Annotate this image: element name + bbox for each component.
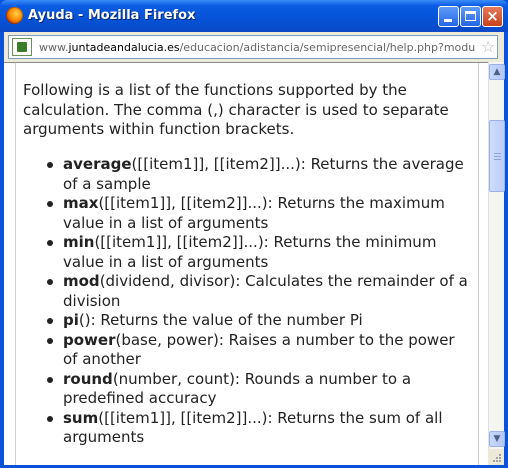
url-path: /educacion/adistancia/semipresencial/hel… (179, 41, 475, 54)
thumb-grip-line (494, 153, 501, 154)
intro-paragraph: Following is a list of the functions sup… (23, 81, 449, 138)
resize-grip[interactable] (488, 449, 504, 465)
grip-dot (499, 454, 501, 456)
vertical-scrollbar[interactable]: ▲ ▼ (488, 62, 505, 465)
url-text[interactable]: www.juntadeandalucia.es/educacion/adista… (39, 41, 475, 54)
thumb-grip-line (494, 159, 501, 160)
site-identity-icon[interactable] (12, 38, 32, 56)
function-list-item: average([[item1]], [[item2]]...): Return… (47, 155, 473, 194)
site-identity-dot (17, 42, 27, 52)
function-list-item: max([[item1]], [[item2]]...): Returns th… (47, 194, 473, 233)
bullet-icon (47, 318, 53, 324)
title-bar[interactable]: Ayuda - Mozilla Firefox × (0, 0, 508, 32)
url-host: juntadeandalucia.es (68, 41, 180, 54)
close-icon: × (486, 7, 499, 25)
scroll-up-arrow[interactable]: ▲ (489, 64, 505, 80)
thumb-grip-line (494, 156, 501, 157)
maximize-button[interactable] (460, 6, 481, 27)
scroll-down-arrow[interactable]: ▼ (489, 431, 505, 447)
bullet-icon (47, 279, 53, 285)
function-name: average (63, 155, 132, 173)
function-description: (dividend, divisor): Calculates the rema… (63, 272, 468, 310)
url-prefix: www. (39, 41, 69, 54)
function-list-item: sum([[item1]], [[item2]]...): Returns th… (47, 408, 473, 448)
grip-dot (499, 457, 501, 459)
bullet-icon (47, 337, 53, 344)
function-description: ([[item1]], [[item2]]...): Returns the m… (63, 233, 437, 271)
grip-dot (496, 460, 498, 462)
function-description: ([[item1]], [[item2]]...): Returns the m… (63, 194, 445, 232)
function-name: round (63, 369, 113, 388)
grip-dot (493, 460, 495, 462)
bullet-icon (47, 240, 53, 246)
bullet-icon (47, 415, 53, 422)
function-list-item: pi(): Returns the value of the number Pi (47, 311, 473, 331)
minimize-icon (444, 19, 452, 22)
page-content: Following is a list of the functions sup… (4, 62, 488, 465)
function-description: (number, count): Rounds a number to a pr… (63, 369, 412, 408)
function-name: power (63, 330, 116, 349)
maximize-icon (465, 11, 476, 21)
bookmark-star-icon[interactable]: ☆ (479, 38, 497, 56)
function-list: average ([[item1]], [[item2]]...): Return… (47, 155, 473, 448)
url-field[interactable]: www.juntadeandalucia.es/educacion/adista… (8, 35, 498, 59)
function-name: max (63, 194, 99, 212)
window-title: Ayuda - Mozilla Firefox (28, 8, 196, 23)
function-list-item: min([[item1]], [[item2]]...): Returns th… (47, 233, 473, 272)
grip-dot (496, 457, 498, 459)
function-list-item: round(number, count): Rounds a number to… (47, 369, 473, 409)
function-description: (base, power): Raises a number to the po… (63, 330, 455, 369)
function-name: min (63, 233, 95, 251)
function-description: (): Returns the value of the number Pi (78, 311, 363, 329)
firefox-icon (6, 7, 23, 24)
function-name: mod (63, 272, 100, 290)
grip-dot (499, 460, 501, 462)
function-description: ([[item1]], [[item2]]...): Returns the s… (63, 408, 443, 447)
function-name: pi (63, 311, 79, 329)
function-list-item: mod(dividend, divisor): Calculates the r… (47, 272, 473, 311)
bullet-icon (47, 201, 53, 207)
function-name: sum (63, 408, 99, 427)
scroll-thumb[interactable] (489, 120, 505, 192)
address-bar: www.juntadeandalucia.es/educacion/adista… (4, 32, 504, 62)
bullet-icon (47, 376, 53, 383)
bullet-icon (47, 162, 53, 168)
browser-window: Ayuda - Mozilla Firefox × www.juntadeand… (0, 0, 508, 468)
function-list-item: power(base, power): Raises a number to t… (47, 330, 473, 370)
close-button[interactable]: × (482, 6, 503, 27)
minimize-button[interactable] (438, 6, 459, 27)
